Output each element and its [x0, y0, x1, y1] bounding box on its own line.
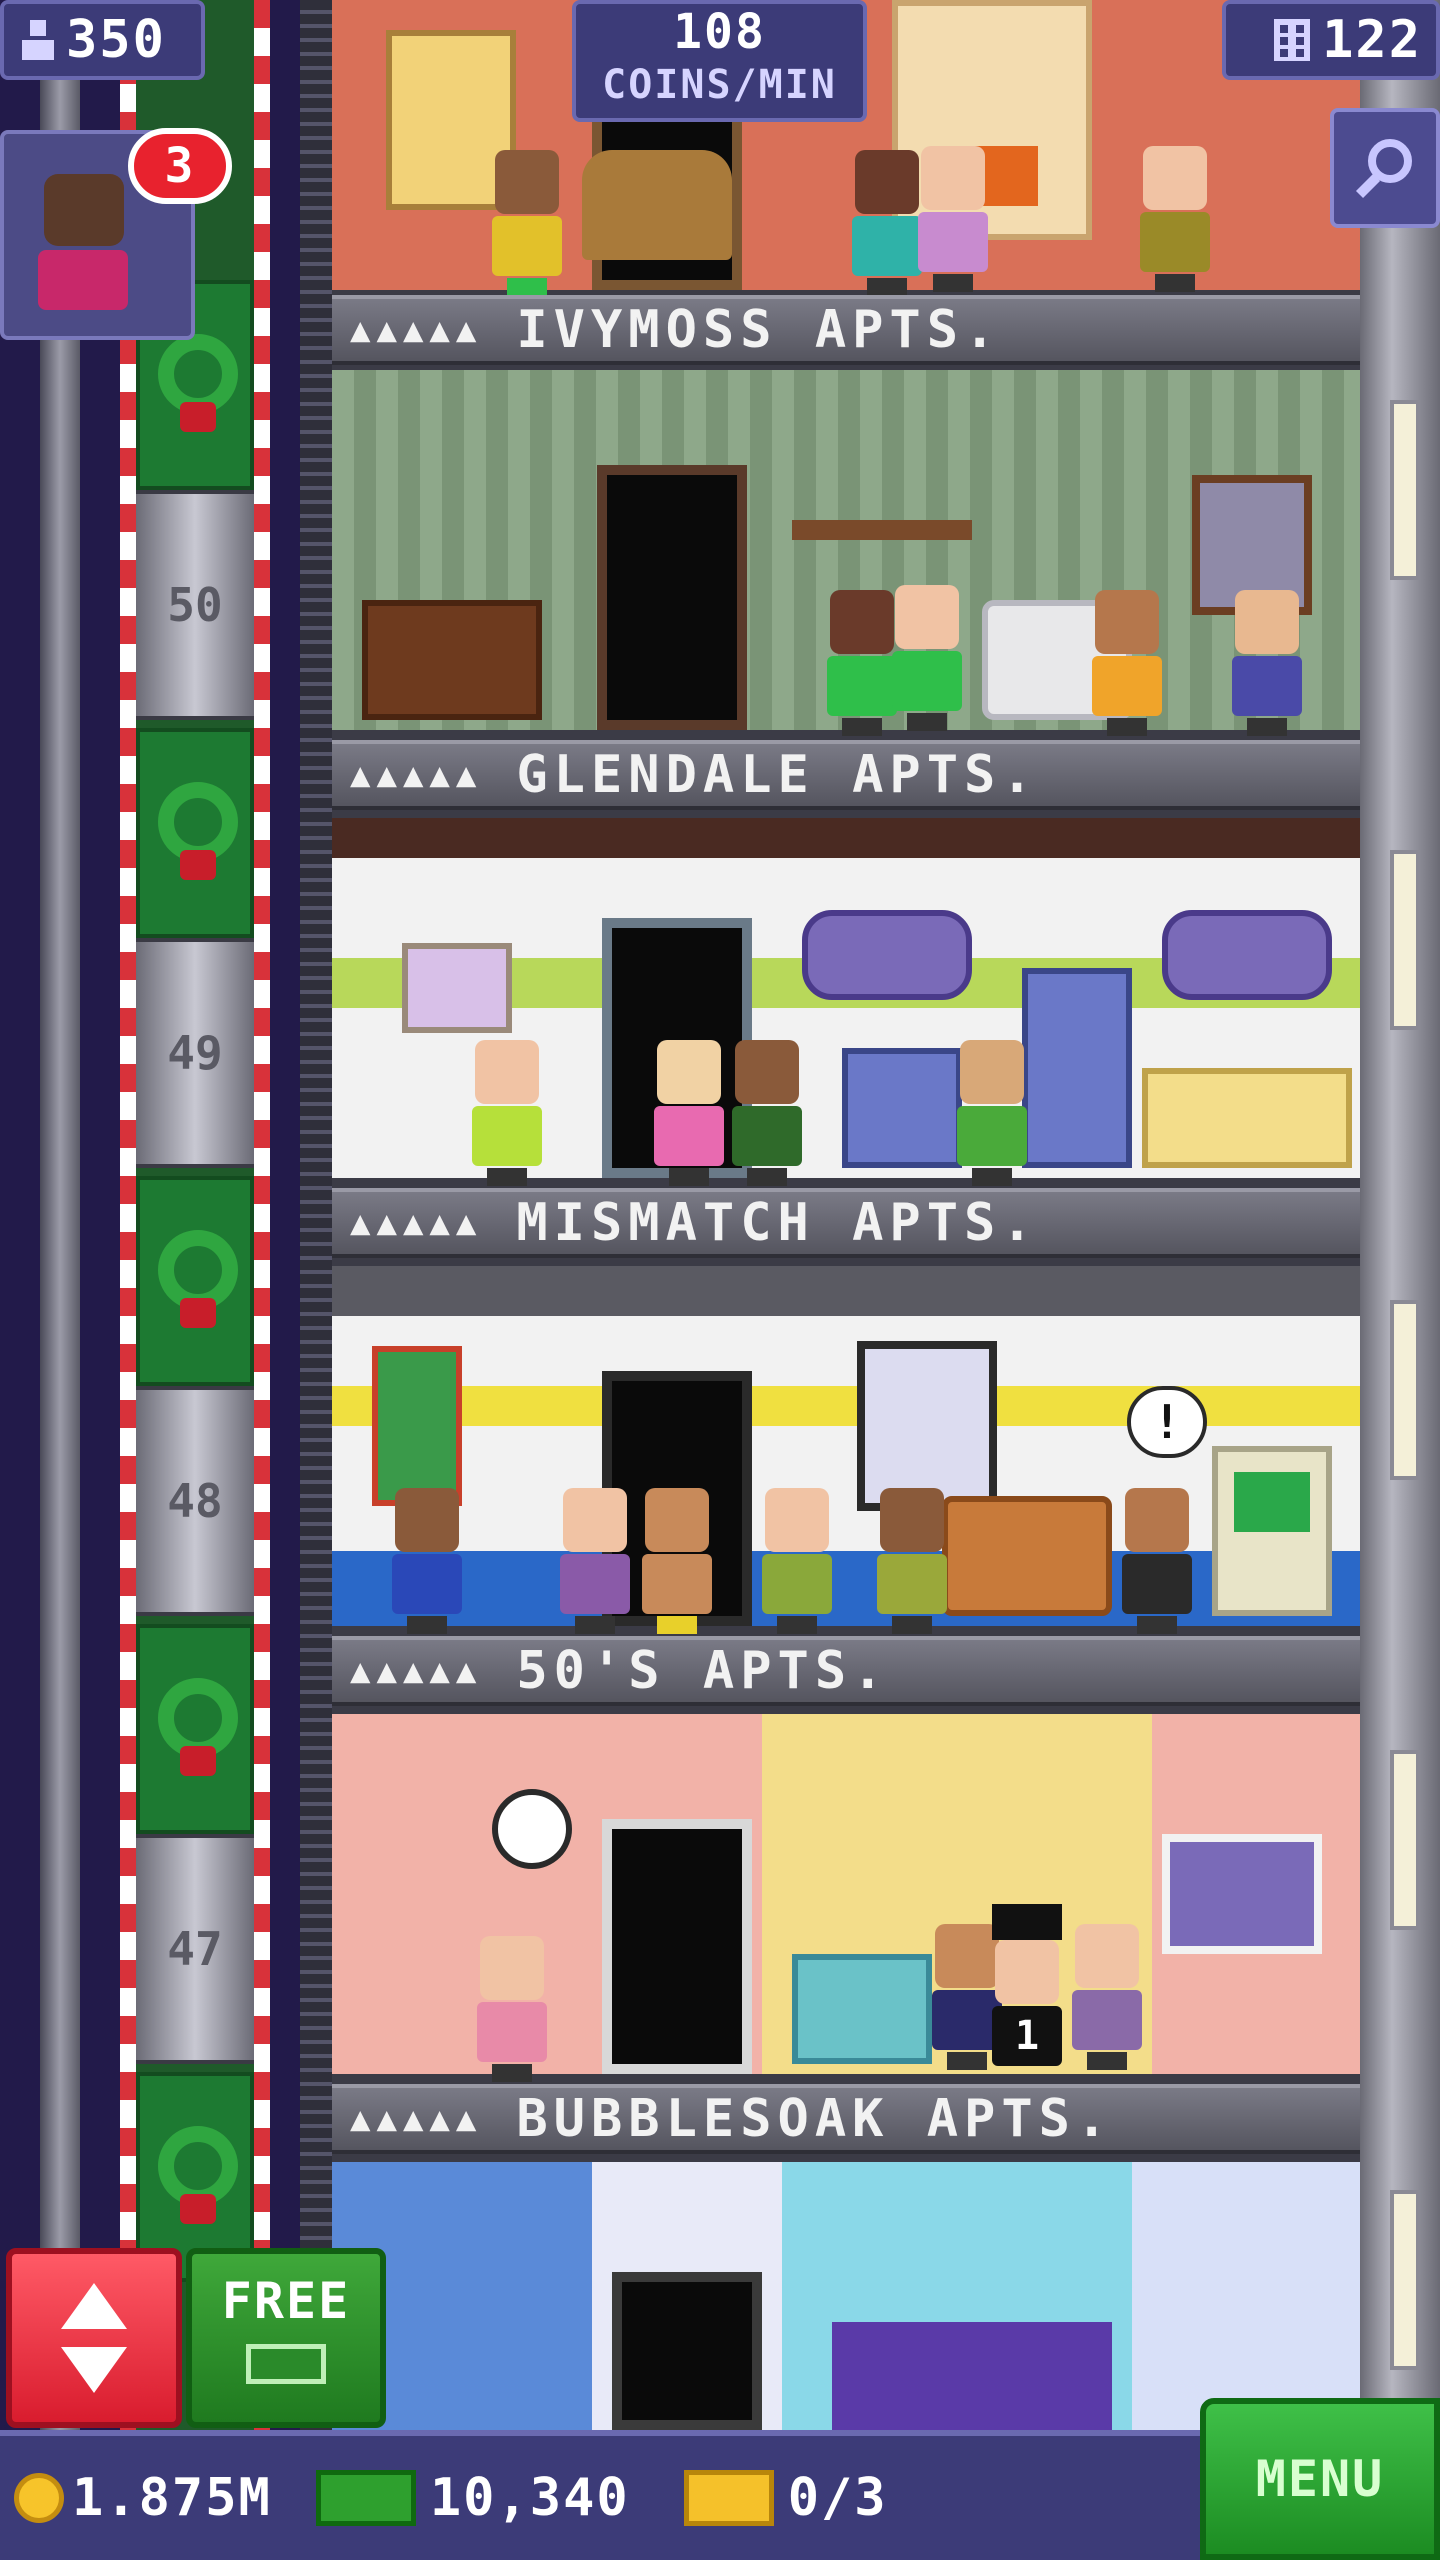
floor-label-bar[interactable]: ▲▲▲▲▲ GLENDALE APTS.	[332, 740, 1360, 810]
kitchen-counter	[1142, 1068, 1352, 1168]
magnifier-icon	[1355, 139, 1412, 199]
floor-name: 50'S APTS.	[516, 1641, 890, 1701]
bux-display[interactable]: 10,340	[286, 2468, 630, 2528]
free-bux-button[interactable]: FREE	[186, 2248, 386, 2428]
cash-icon	[315, 2470, 416, 2526]
fridge	[1022, 968, 1132, 1168]
floor-stars: ▲▲▲▲▲	[350, 755, 483, 795]
resident[interactable]	[762, 1488, 832, 1634]
elevator-floor-48[interactable]: 48	[136, 1386, 254, 1616]
sofa	[942, 1496, 1112, 1616]
resident[interactable]	[852, 150, 922, 296]
window	[1162, 1834, 1322, 1954]
floor-mismatch[interactable]: ▲▲▲▲▲ MISMATCH APTS.	[332, 818, 1360, 1266]
shaft-rail-right	[300, 0, 332, 2430]
arrow-up-icon	[61, 2283, 127, 2329]
floor-name: BUBBLESOAK APTS.	[516, 2089, 1114, 2149]
resident[interactable]	[732, 1040, 802, 1186]
resident[interactable]	[1072, 1924, 1142, 2070]
floor-label-bar[interactable]: ▲▲▲▲▲ MISMATCH APTS.	[332, 1188, 1360, 1258]
room-bubblesoak[interactable]: 1	[332, 1714, 1360, 2082]
resident[interactable]	[1232, 590, 1302, 736]
person-icon	[22, 20, 54, 60]
building-icon	[1274, 19, 1311, 61]
room-50s[interactable]: !	[332, 1266, 1360, 1634]
wreath-decoration	[136, 728, 254, 938]
arrow-down-icon	[61, 2347, 127, 2393]
resident[interactable]	[1140, 146, 1210, 292]
tickets-display[interactable]: 0/3	[644, 2468, 888, 2528]
floor-label-bar[interactable]: ▲▲▲▲▲ 50'S APTS.	[332, 1636, 1360, 1706]
stove	[792, 1954, 932, 2064]
resident[interactable]	[654, 1040, 724, 1186]
camel-decor	[582, 150, 732, 260]
arcade-machine	[1212, 1446, 1332, 1616]
elevator-floor-49[interactable]: 49	[136, 938, 254, 1168]
wall-clock	[492, 1789, 572, 1869]
coins-per-minute[interactable]: 108 COINS/MIN	[572, 0, 867, 122]
elevator-toggle-button[interactable]	[6, 2248, 182, 2428]
menu-button[interactable]: MENU	[1200, 2398, 1440, 2560]
window	[802, 910, 972, 1000]
floor-label-bar[interactable]: ▲▲▲▲▲ IVYMOSS APTS.	[332, 295, 1360, 365]
visitor-avatar	[44, 174, 124, 246]
resident[interactable]	[957, 1040, 1027, 1186]
resident[interactable]	[642, 1488, 712, 1634]
population-counter[interactable]: 350	[0, 0, 205, 80]
cash-icon	[246, 2344, 326, 2384]
floor-label-bar[interactable]: ▲▲▲▲▲ BUBBLESOAK APTS.	[332, 2084, 1360, 2154]
resident[interactable]	[877, 1488, 947, 1634]
floor-stars: ▲▲▲▲▲	[350, 310, 483, 350]
floor-50s[interactable]: ! ▲▲▲▲▲ 50'S APTS.	[332, 1266, 1360, 1714]
resident[interactable]	[892, 585, 962, 731]
resident[interactable]	[1122, 1488, 1192, 1634]
wall-art	[402, 943, 512, 1033]
tv-cabinet	[362, 600, 542, 720]
resident[interactable]	[1092, 590, 1162, 736]
ticket-icon	[683, 2470, 774, 2526]
resident[interactable]	[477, 1936, 547, 2082]
window	[857, 1341, 997, 1511]
window	[1162, 910, 1332, 1000]
speech-bubble[interactable]: !	[1127, 1386, 1207, 1458]
floor-partial[interactable]	[332, 2162, 1360, 2430]
floor-counter[interactable]: 122	[1222, 0, 1440, 80]
room-glendale[interactable]	[332, 370, 1360, 736]
bookshelf	[792, 520, 972, 540]
visitor-count-badge: 3	[128, 128, 232, 204]
resident[interactable]	[827, 590, 897, 736]
elevator-floor-50[interactable]: 50	[136, 490, 254, 720]
coins-display[interactable]: 1.875M	[14, 2468, 272, 2528]
tower: ▲▲▲▲▲ IVYMOSS APTS. ▲▲▲▲▲ GLENDALE APTS.	[332, 0, 1360, 2430]
room-door	[597, 465, 747, 730]
floor-glendale[interactable]: ▲▲▲▲▲ GLENDALE APTS.	[332, 370, 1360, 818]
elevator-shaft: 50 49 48 47	[0, 0, 332, 2430]
resident[interactable]	[918, 146, 988, 292]
floor-name: IVYMOSS APTS.	[516, 300, 1002, 360]
coin-icon	[14, 2473, 64, 2523]
floor-stars: ▲▲▲▲▲	[350, 1651, 483, 1691]
floor-stars: ▲▲▲▲▲	[350, 1203, 483, 1243]
room-door	[602, 1819, 752, 2074]
resident[interactable]	[472, 1040, 542, 1186]
floor-bubblesoak[interactable]: 1 ▲▲▲▲▲ BUBBLESOAK APTS.	[332, 1714, 1360, 2162]
floor-name: GLENDALE APTS.	[516, 745, 1039, 805]
wreath-decoration	[136, 1624, 254, 1834]
wreath-decoration	[136, 1176, 254, 1386]
shaft-rail-left	[40, 0, 80, 2430]
elevator-passenger[interactable]: 1	[992, 1904, 1062, 2066]
elevator-floor-47[interactable]: 47	[136, 1834, 254, 2064]
passenger-floor-marker: 1	[992, 2006, 1062, 2066]
room-door	[612, 2272, 762, 2430]
floor-name: MISMATCH APTS.	[516, 1193, 1039, 1253]
floor-stars: ▲▲▲▲▲	[350, 2099, 483, 2139]
resident[interactable]	[492, 150, 562, 296]
wall-art	[372, 1346, 462, 1506]
search-button[interactable]	[1330, 108, 1440, 228]
stove	[842, 1048, 962, 1168]
resident[interactable]	[560, 1488, 630, 1634]
building-edge-column	[1360, 0, 1440, 2430]
room-mismatch[interactable]	[332, 818, 1360, 1186]
resident[interactable]	[392, 1488, 462, 1634]
